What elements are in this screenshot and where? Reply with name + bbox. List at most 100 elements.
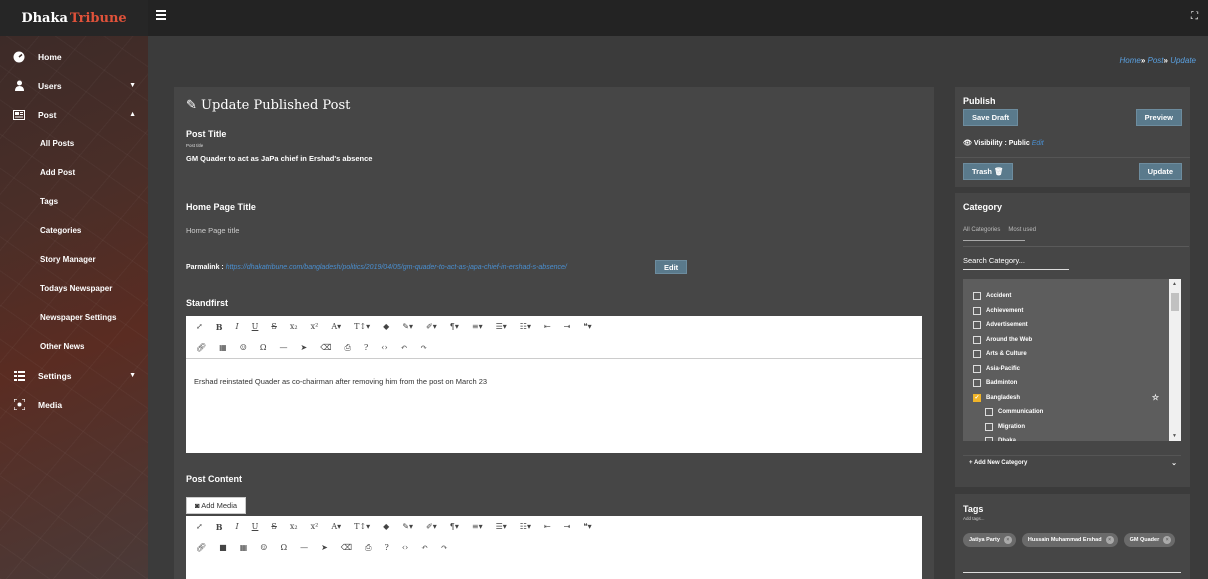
bold-icon[interactable]: B [216,322,223,332]
print-icon[interactable]: ⎙ [345,343,351,353]
sidebar-item-tags[interactable]: Tags [0,187,148,216]
sidebar-item-settings[interactable]: Settings ▼ [0,361,148,390]
sidebar-item-other-news[interactable]: Other News [0,332,148,361]
sidebar-item-post[interactable]: Post ▲ [0,100,148,129]
category-item[interactable]: Around the Web [963,333,1181,348]
preview-button[interactable]: Preview [1135,109,1182,126]
sidebar-item-add-post[interactable]: Add Post [0,158,148,187]
category-checkbox[interactable] [973,306,981,315]
scroll-thumb[interactable] [1171,293,1179,311]
color-icon[interactable]: ◆ [383,522,389,531]
tags-input[interactable]: Add tags... [963,516,985,521]
pen-icon[interactable]: ✎▾ [402,522,413,531]
ordered-list-icon[interactable]: ☰▾ [496,322,507,331]
redo-icon[interactable]: ↷ [420,343,427,352]
color-icon[interactable]: ◆ [383,322,389,331]
sidebar-item-story-manager[interactable]: Story Manager [0,245,148,274]
category-item[interactable]: Migration [963,420,1181,435]
category-item[interactable]: Accident [963,289,1181,304]
sidebar-item-todays-newspaper[interactable]: Todays Newspaper [0,274,148,303]
clear-format-icon[interactable]: ⌫ [341,543,352,552]
category-item[interactable]: Advertisement [963,318,1181,333]
category-checkbox[interactable] [985,408,993,417]
table-icon[interactable]: ▦ [240,543,248,552]
category-checkbox[interactable] [973,292,981,301]
text-height-icon[interactable]: T↕▾ [354,522,370,531]
unordered-list-icon[interactable]: ☷▾ [520,322,531,331]
outdent-icon[interactable]: ⇤ [544,322,551,331]
align-icon[interactable]: ≡▾ [472,522,483,531]
link-icon[interactable]: 🔗︎ [196,543,206,552]
category-item[interactable]: Asia-Pacific [963,362,1181,377]
unordered-list-icon[interactable]: ☷▾ [520,522,531,531]
category-checkbox[interactable] [973,350,981,359]
save-draft-button[interactable]: Save Draft [963,109,1019,126]
category-checkbox[interactable] [985,422,993,431]
align-icon[interactable]: ≡▾ [472,322,483,331]
remove-tag-icon[interactable]: × [1105,536,1114,544]
select-icon[interactable]: ➤ [301,343,308,352]
help-icon[interactable]: ? [364,343,368,352]
table-icon[interactable]: ▦ [219,343,227,352]
superscript-icon[interactable]: x² [311,522,319,531]
sidebar-item-all-posts[interactable]: All Posts [0,129,148,158]
breadcrumb-post[interactable]: Post [1148,56,1164,65]
scroll-up-icon[interactable]: ▲ [1172,281,1177,287]
visibility-edit-link[interactable]: Edit [1032,140,1044,147]
category-search-input[interactable]: Search Category... [963,256,1069,270]
undo-icon[interactable]: ↶ [421,543,428,552]
indent-icon[interactable]: ⇥ [564,522,571,531]
font-size-icon[interactable]: A▾ [331,322,341,331]
special-char-icon[interactable]: Ω [260,343,267,352]
fullscreen-icon[interactable]: ⤢ [196,522,203,531]
highlight-icon[interactable]: ✐▾ [426,322,437,331]
undo-icon[interactable]: ↶ [401,343,408,352]
redo-icon[interactable]: ↷ [441,543,448,552]
sidebar-item-home[interactable]: Home [0,42,148,71]
select-icon[interactable]: ➤ [321,543,328,552]
category-checkbox[interactable] [973,364,981,373]
standfirst-text[interactable]: Ershad reinstated Quader as co-chairman … [186,358,922,404]
quote-icon[interactable]: ❝▾ [583,522,591,531]
tab-all-categories[interactable]: All Categories [963,227,1000,233]
hr-icon[interactable]: — [280,343,288,352]
permalink-edit-button[interactable]: Edit [655,260,688,274]
paragraph-icon[interactable]: ¶▾ [450,322,459,331]
category-checkbox[interactable] [973,379,981,388]
video-icon[interactable]: ■ [219,543,227,552]
category-checkbox[interactable] [973,335,981,344]
home-title-input[interactable]: Home Page title [186,226,239,235]
sidebar-item-categories[interactable]: Categories [0,216,148,245]
code-icon[interactable]: ‹› [381,343,387,352]
category-checkbox[interactable] [973,321,981,330]
category-scrollbar[interactable]: ▲ ▼ [1169,279,1181,441]
strikethrough-icon[interactable]: S [271,322,276,331]
menu-icon[interactable] [156,10,166,20]
subscript-icon[interactable]: x₂ [290,522,298,531]
underline-icon[interactable]: U [252,522,259,531]
sidebar-item-media[interactable]: Media [0,390,148,419]
text-height-icon[interactable]: T↕▾ [354,322,370,331]
category-checkbox[interactable] [985,437,993,441]
indent-icon[interactable]: ⇥ [564,322,571,331]
italic-icon[interactable]: I [235,522,238,531]
sidebar-item-users[interactable]: Users ▼ [0,71,148,100]
print-icon[interactable]: ⎙ [365,543,371,553]
subscript-icon[interactable]: x₂ [290,322,298,331]
underline-icon[interactable]: U [252,322,259,331]
category-item[interactable]: Achievement [963,304,1181,319]
emoji-icon[interactable]: ☺ [240,343,247,352]
highlight-icon[interactable]: ✐▾ [426,522,437,531]
emoji-icon[interactable]: ☺ [260,543,267,552]
update-button[interactable]: Update [1138,163,1182,180]
link-icon[interactable]: 🔗︎ [196,343,206,352]
outdent-icon[interactable]: ⇤ [544,522,551,531]
pen-icon[interactable]: ✎▾ [402,322,413,331]
permalink-url[interactable]: https://dhakatribune.com/bangladesh/poli… [226,264,567,271]
scroll-down-icon[interactable]: ▼ [1172,433,1177,439]
bold-icon[interactable]: B [216,522,223,532]
breadcrumb-home[interactable]: Home [1119,56,1140,65]
post-title-input[interactable]: GM Quader to act as JaPa chief in Ershad… [186,154,372,163]
brand-logo[interactable]: Dhaka Tribune [0,0,148,36]
category-item[interactable]: ✓ Bangladesh ☆ [963,391,1181,406]
